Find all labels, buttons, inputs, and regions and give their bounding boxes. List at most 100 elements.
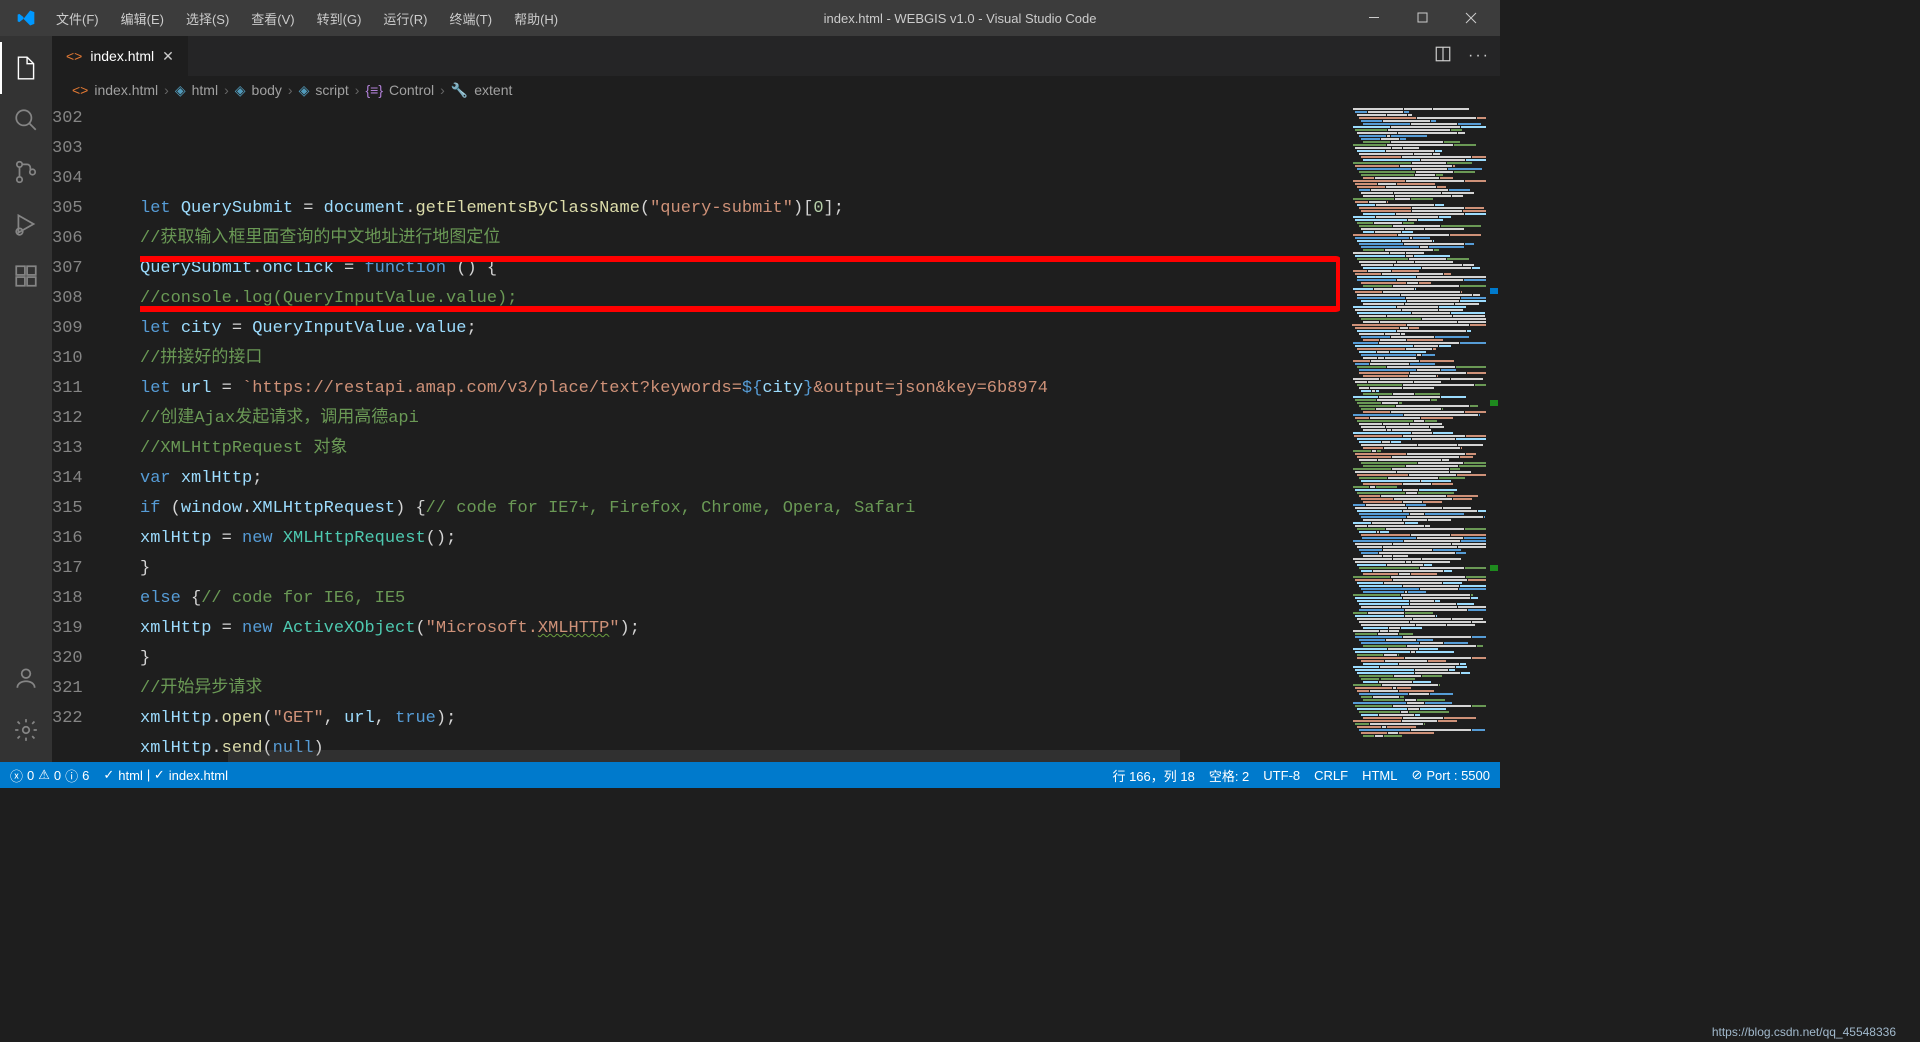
warning-icon: ⚠ (38, 767, 50, 783)
breadcrumb[interactable]: <> index.html › ◈ html › ◈ body › ◈ scri… (52, 76, 1500, 104)
line-number: 308 (52, 284, 112, 314)
code-line[interactable]: else {// code for IE6, IE5 (140, 584, 1340, 614)
line-number: 311 (52, 374, 112, 404)
cube-icon: ◈ (235, 82, 246, 99)
code-line[interactable]: xmlHttp.open("GET", url, true); (140, 704, 1340, 734)
menu-view[interactable]: 查看(V) (241, 3, 304, 34)
breadcrumb-item[interactable]: body (252, 82, 282, 98)
horizontal-scrollbar[interactable] (228, 750, 1180, 762)
line-number: 318 (52, 584, 112, 614)
code-line[interactable]: //console.log(QueryInputValue.value); (140, 284, 1340, 314)
info-icon: ⓘ (65, 766, 78, 785)
overview-ruler[interactable] (1486, 104, 1500, 762)
code-line[interactable]: let city = QueryInputValue.value; (140, 314, 1340, 344)
breadcrumb-item[interactable]: Control (389, 82, 434, 98)
code-line[interactable]: var xmlHttp; (140, 464, 1340, 494)
tab-close-icon[interactable]: ✕ (162, 48, 174, 65)
status-lang-check[interactable]: ✓ html | ✓ index.html (103, 767, 228, 783)
code-line[interactable]: if (window.XMLHttpRequest) {// code for … (140, 494, 1340, 524)
menu-edit[interactable]: 编辑(E) (111, 3, 174, 34)
line-number: 304 (52, 164, 112, 194)
chevron-right-icon: › (440, 82, 445, 98)
line-number: 309 (52, 314, 112, 344)
code-content[interactable]: let QuerySubmit = document.getElementsBy… (140, 104, 1340, 762)
menu-selection[interactable]: 选择(S) (176, 3, 239, 34)
line-number: 322 (52, 704, 112, 734)
account-icon[interactable] (0, 652, 52, 704)
code-line[interactable]: //拼接好的接口 (140, 344, 1340, 374)
menu-bar: 文件(F) 编辑(E) 选择(S) 查看(V) 转到(G) 运行(R) 终端(T… (46, 3, 568, 34)
close-icon[interactable] (1448, 0, 1494, 36)
watermark: https://blog.csdn.net/qq_45548336 (1712, 1025, 1896, 1039)
status-eol[interactable]: CRLF (1314, 768, 1348, 783)
main-area: <> index.html ✕ ··· <> index.html › ◈ ht… (0, 36, 1500, 762)
line-number: 317 (52, 554, 112, 584)
minimize-icon[interactable] (1352, 0, 1398, 36)
breadcrumb-item[interactable]: html (192, 82, 218, 98)
status-port[interactable]: ⊘ Port : 5500 (1411, 767, 1490, 783)
chevron-right-icon: › (224, 82, 229, 98)
code-line[interactable]: //XMLHttpRequest 对象 (140, 434, 1340, 464)
line-number: 306 (52, 224, 112, 254)
source-control-icon[interactable] (0, 146, 52, 198)
run-debug-icon[interactable] (0, 198, 52, 250)
status-encoding[interactable]: UTF-8 (1263, 768, 1300, 783)
line-number: 313 (52, 434, 112, 464)
editor-area: <> index.html ✕ ··· <> index.html › ◈ ht… (52, 36, 1500, 762)
status-language[interactable]: HTML (1362, 768, 1397, 783)
line-number: 321 (52, 674, 112, 704)
maximize-icon[interactable] (1400, 0, 1446, 36)
code-line[interactable]: xmlHttp = new ActiveXObject("Microsoft.X… (140, 614, 1340, 644)
chevron-right-icon: › (164, 82, 169, 98)
status-cursor[interactable]: 行 166，列 18 (1112, 766, 1194, 785)
menu-help[interactable]: 帮助(H) (504, 3, 568, 34)
error-icon: ⓧ (10, 766, 23, 785)
extensions-icon[interactable] (0, 250, 52, 302)
html-file-icon: <> (66, 48, 82, 64)
menu-run[interactable]: 运行(R) (373, 3, 437, 34)
chevron-right-icon: › (288, 82, 293, 98)
code-line[interactable]: let QuerySubmit = document.getElementsBy… (140, 194, 1340, 224)
tab-label: index.html (90, 48, 154, 64)
line-number: 302 (52, 104, 112, 134)
brackets-icon: {≡} (365, 82, 383, 98)
explorer-icon[interactable] (0, 42, 52, 94)
tab-index-html[interactable]: <> index.html ✕ (52, 36, 189, 76)
breadcrumb-item[interactable]: script (315, 82, 348, 98)
status-bar: ⓧ0 ⚠0 ⓘ6 ✓ html | ✓ index.html 行 166，列 1… (0, 762, 1500, 788)
html-file-icon: <> (72, 82, 88, 98)
code-line[interactable]: let url = `https://restapi.amap.com/v3/p… (140, 374, 1340, 404)
menu-go[interactable]: 转到(G) (307, 3, 372, 34)
line-number: 319 (52, 614, 112, 644)
line-number: 303 (52, 134, 112, 164)
search-icon[interactable] (0, 94, 52, 146)
block-icon: ⊘ (1411, 767, 1422, 783)
titlebar: 文件(F) 编辑(E) 选择(S) 查看(V) 转到(G) 运行(R) 终端(T… (0, 0, 1500, 36)
line-number: 312 (52, 404, 112, 434)
menu-terminal[interactable]: 终端(T) (439, 3, 502, 34)
status-spaces[interactable]: 空格: 2 (1209, 766, 1249, 785)
chevron-right-icon: › (355, 82, 360, 98)
minimap[interactable] (1340, 104, 1500, 762)
code-line[interactable]: QuerySubmit.onclick = function () { (140, 254, 1340, 284)
code-line[interactable]: } (140, 554, 1340, 584)
settings-gear-icon[interactable] (0, 704, 52, 756)
editor-body[interactable]: 3023033043053063073083093103113123133143… (52, 104, 1500, 762)
breadcrumb-item[interactable]: extent (474, 82, 512, 98)
line-number: 310 (52, 344, 112, 374)
code-line[interactable]: xmlHttp = new XMLHttpRequest(); (140, 524, 1340, 554)
line-numbers: 3023033043053063073083093103113123133143… (52, 104, 140, 762)
line-number: 315 (52, 494, 112, 524)
code-line[interactable]: //开始异步请求 (140, 674, 1340, 704)
code-line[interactable]: //创建Ajax发起请求，调用高德api (140, 404, 1340, 434)
menu-file[interactable]: 文件(F) (46, 3, 109, 34)
breadcrumb-item[interactable]: index.html (94, 82, 158, 98)
code-line[interactable]: } (140, 644, 1340, 674)
status-problems[interactable]: ⓧ0 ⚠0 ⓘ6 (10, 766, 89, 785)
vscode-logo-icon (16, 8, 36, 28)
split-editor-icon[interactable] (1434, 45, 1452, 68)
more-actions-icon[interactable]: ··· (1468, 47, 1490, 65)
code-line[interactable]: //获取输入框里面查询的中文地址进行地图定位 (140, 224, 1340, 254)
cube-icon: ◈ (299, 82, 310, 99)
line-number: 320 (52, 644, 112, 674)
